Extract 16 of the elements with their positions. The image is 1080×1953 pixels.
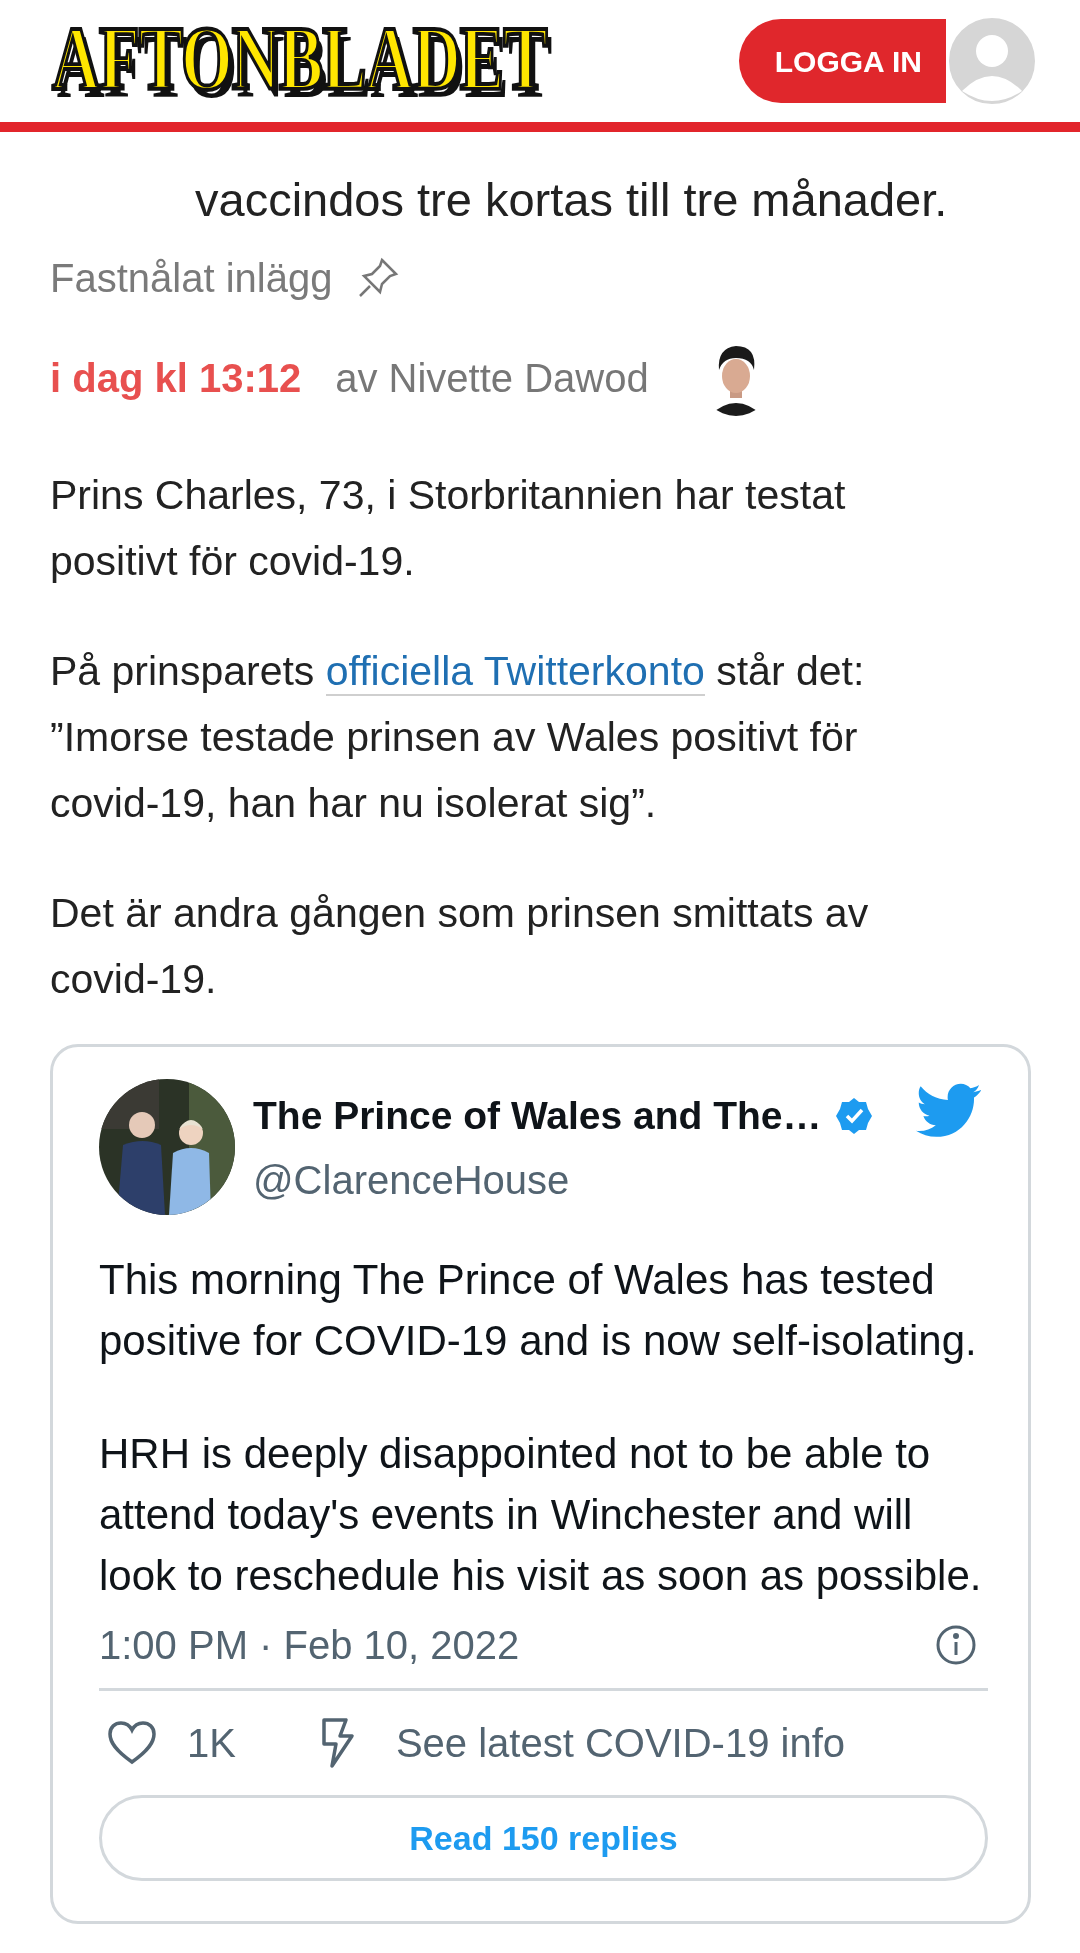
byline: av Nivette Dawod [335, 355, 649, 402]
tweet-text: This morning The Prince of Wales has tested positive for COVID-19 and is now self-isolating. [99, 1255, 978, 1366]
tweet-text: HRH is deeply disappointed not to be able to attend today's events in Winchester and will look to reschedule his visit as soon as possible. [99, 1429, 983, 1601]
like-count: 1K [187, 1720, 236, 1767]
twitter-account-link[interactable]: officiella Twitterkonto [325, 648, 705, 696]
account-handle[interactable]: @ClarenceHouse [253, 1149, 874, 1210]
article-paragraph: Prins Charles, 73, i Storbritannien har testat positivt för covid-19. [50, 471, 847, 586]
login-button[interactable]: LOGGA IN [738, 19, 946, 103]
article-paragraph: Det är andra gången som prinsen smittats av covid-19. [50, 889, 870, 1004]
tweet-time[interactable]: 1:00 PM · Feb 10, 2022 [99, 1615, 520, 1675]
article-paragraph: På prinsparets officiella Twitterkonto står det: ”Imorse testade prinsen av Wales positivt för covid-19, han har nu isolerat sig”. [50, 647, 866, 828]
article-text: vaccindos tre kortas till tre månader. [195, 172, 949, 228]
account-name[interactable]: The Prince of Wales and The… [253, 1087, 822, 1146]
post-time: i dag kl 13:12 [50, 355, 302, 402]
covid-info-link[interactable]: See latest COVID-19 info [395, 1713, 846, 1773]
pinned-label: Fastnålat inlägg [50, 255, 333, 302]
